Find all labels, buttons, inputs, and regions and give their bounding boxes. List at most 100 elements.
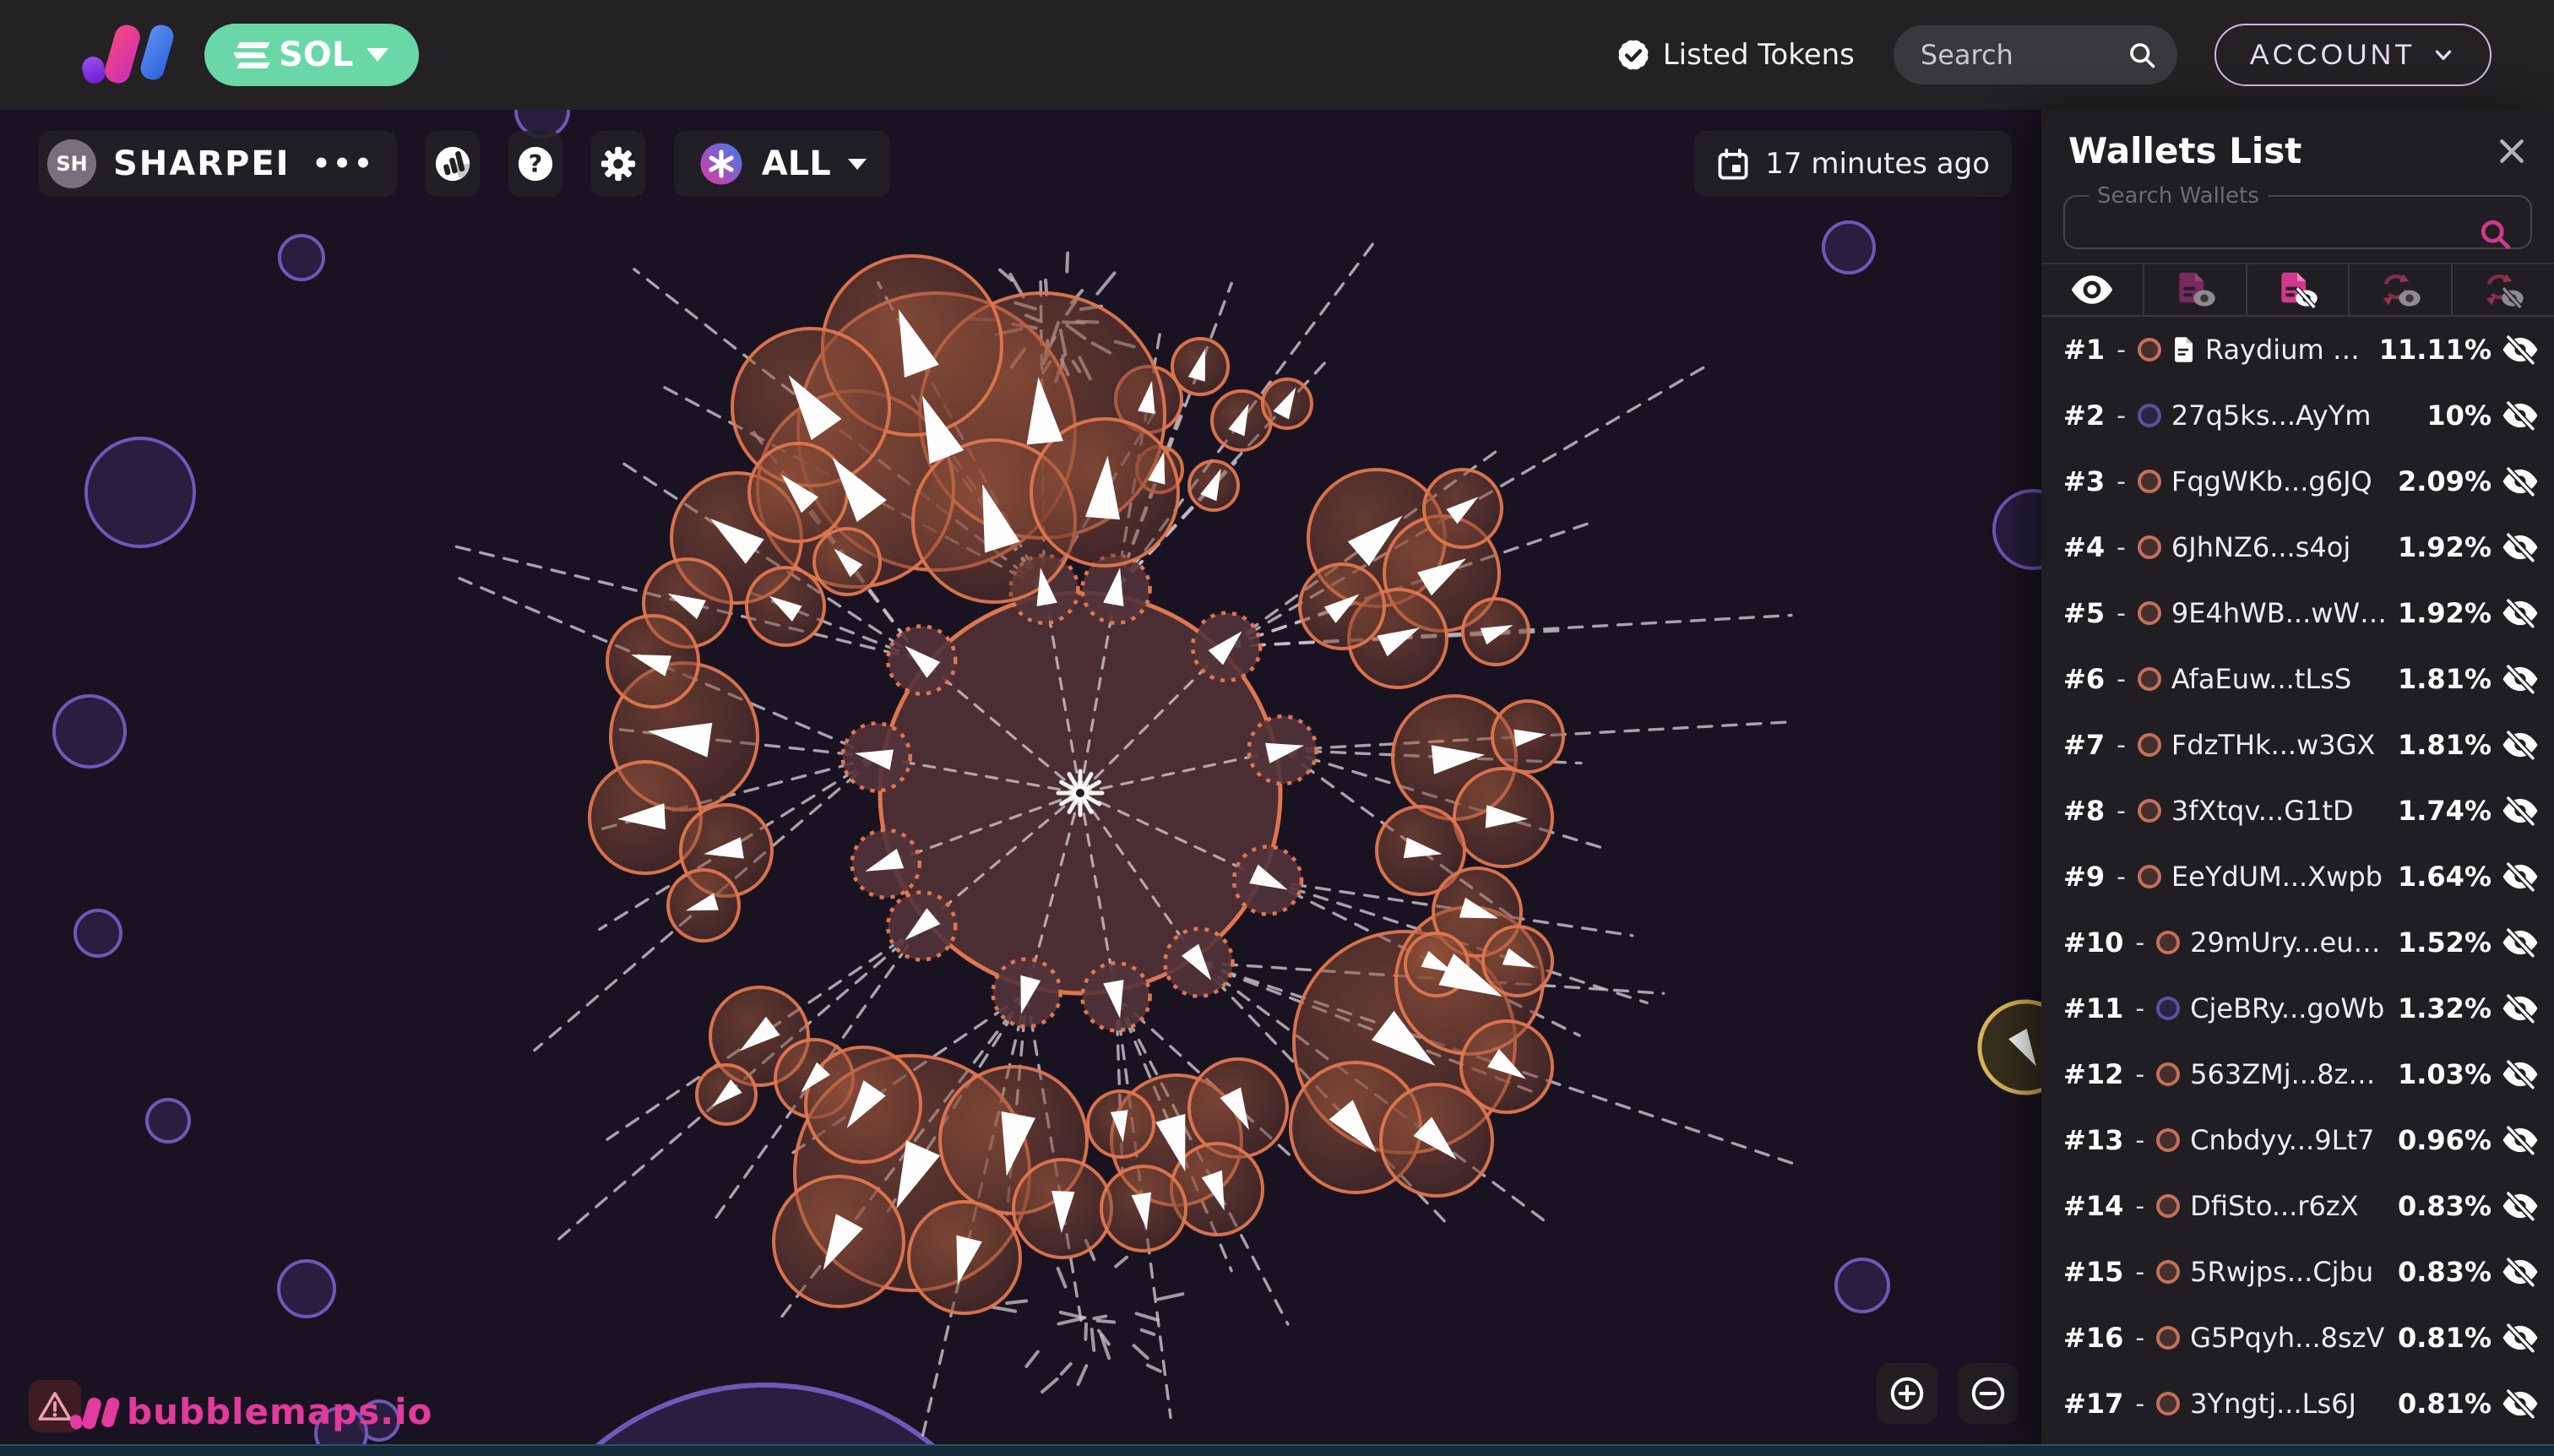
wallet-row[interactable]: #17- 3Yngtj...Ls6J 0.81%: [2041, 1371, 2554, 1437]
hide-wallet-icon[interactable]: [2502, 796, 2539, 826]
wallet-percентage: 1.81%: [2397, 663, 2492, 695]
wallet-row[interactable]: #13- Cnbdyy...9Lt7 0.96%: [2041, 1107, 2554, 1173]
wallet-bubble-swatch: [2156, 931, 2181, 954]
rank-separator: -: [2135, 1257, 2145, 1287]
wallet-address[interactable]: Cnbdyy...9Lt7: [2190, 1124, 2374, 1156]
wallet-address[interactable]: 27q5ks...AyYm: [2171, 399, 2371, 432]
wallet-row[interactable]: #2- 27q5ks...AyYm 10%: [2041, 383, 2554, 448]
hide-wallet-icon[interactable]: [2502, 1323, 2539, 1353]
bubblemaps-logo-icon[interactable]: [81, 23, 181, 87]
wallet-bubble-swatch: [2156, 1326, 2181, 1350]
hide-wallet-icon[interactable]: [2502, 1257, 2539, 1287]
wallet-bubble-swatch: [2137, 404, 2161, 427]
hide-wallet-icon[interactable]: [2502, 927, 2539, 958]
filter-contracts-visible[interactable]: [2142, 264, 2246, 315]
wallet-row[interactable]: #9- EeYdUM...Xwpb 1.64%: [2041, 844, 2554, 910]
search-icon[interactable]: [2476, 215, 2513, 253]
wallet-address[interactable]: 9E4hWB...wWzy: [2171, 597, 2388, 629]
wallet-filter-label: ALL: [761, 144, 831, 183]
wallet-row[interactable]: #14- DfiSto...r6zX 0.83%: [2041, 1173, 2554, 1239]
wallet-row[interactable]: #12- 563ZMj...8zBW 1.03%: [2041, 1041, 2554, 1107]
hide-wallet-icon[interactable]: [2502, 1388, 2539, 1419]
wallet-bubble-swatch: [2137, 601, 2161, 625]
last-updated-button[interactable]: 17 minutes ago: [1694, 131, 2012, 197]
wallet-row[interactable]: #6- AfaEuw...tLsS 1.81%: [2041, 646, 2554, 712]
wallet-rank: #1: [2063, 334, 2106, 366]
wallet-bubble-swatch: [2137, 470, 2161, 493]
zoom-out-button[interactable]: [1958, 1363, 2019, 1424]
wallet-row[interactable]: #5- 9E4hWB...wWzy 1.92%: [2041, 580, 2554, 646]
hide-wallet-icon[interactable]: [2502, 664, 2539, 694]
wallet-address[interactable]: G5Pqyh...8szV: [2190, 1322, 2384, 1354]
filter-transfers-hidden[interactable]: [2451, 264, 2554, 315]
global-search: [1893, 25, 2177, 84]
wallet-percентage: 1.92%: [2397, 597, 2492, 629]
token-chip[interactable]: SH SHARPEI •••: [39, 131, 397, 197]
window-bottom-edge: [0, 1444, 2554, 1456]
wallet-address[interactable]: 6JhNZ6...s4oj: [2171, 531, 2350, 563]
network-selector-button[interactable]: SOL: [204, 24, 420, 86]
wallet-rank: #5: [2063, 597, 2106, 629]
hide-wallet-icon[interactable]: [2502, 532, 2539, 562]
chart-view-button[interactable]: [425, 131, 480, 197]
wallet-address[interactable]: 3fXtqv...G1tD: [2171, 795, 2354, 827]
account-button[interactable]: ACCOUNT: [2214, 24, 2492, 86]
wallet-address[interactable]: 29mUry...euq8: [2190, 926, 2388, 959]
search-input[interactable]: [1918, 38, 2127, 72]
wallet-bubble-swatch: [2137, 733, 2161, 757]
wallet-address[interactable]: CjeBRy...goWb: [2190, 992, 2384, 1024]
rank-separator: -: [2117, 598, 2126, 628]
listed-tokens-toggle[interactable]: Listed Tokens: [1616, 37, 1855, 73]
hide-wallet-icon[interactable]: [2502, 993, 2539, 1024]
wallet-address[interactable]: 5Rwjps...Cjbu: [2190, 1256, 2373, 1288]
wallet-row[interactable]: #16- G5Pqyh...8szV 0.81%: [2041, 1305, 2554, 1371]
wallet-address[interactable]: 563ZMj...8zBW: [2190, 1058, 2388, 1090]
filter-show-all-eye[interactable]: [2041, 264, 2143, 315]
wallet-filter-dropdown[interactable]: ALL: [673, 131, 890, 197]
wallet-rank: #13: [2063, 1124, 2124, 1156]
wallet-address[interactable]: FqgWKb...g6JQ: [2171, 465, 2372, 497]
hide-wallet-icon[interactable]: [2502, 466, 2539, 497]
wallet-row[interactable]: #1- Raydium Autho... 11.11%: [2041, 317, 2554, 383]
wallet-bubble-swatch: [2156, 1194, 2181, 1218]
wallet-row[interactable]: #3- FqgWKb...g6JQ 2.09%: [2041, 448, 2554, 514]
wallet-row[interactable]: #10- 29mUry...euq8 1.52%: [2041, 910, 2554, 975]
wallet-address[interactable]: DfiSto...r6zX: [2190, 1190, 2358, 1222]
wallet-row[interactable]: #8- 3fXtqv...G1tD 1.74%: [2041, 778, 2554, 844]
rank-separator: -: [2117, 664, 2126, 694]
wallet-row[interactable]: #7- FdzTHk...w3GX 1.81%: [2041, 712, 2554, 778]
token-more-button[interactable]: •••: [312, 147, 375, 181]
wallet-address[interactable]: AfaEuw...tLsS: [2171, 663, 2351, 695]
wallet-percентage: 1.52%: [2397, 926, 2492, 959]
hide-wallet-icon[interactable]: [2502, 598, 2539, 628]
wallet-row[interactable]: #4- 6JhNZ6...s4oj 1.92%: [2041, 514, 2554, 580]
filter-transfers-visible[interactable]: [2348, 264, 2451, 315]
filter-contracts-hidden[interactable]: [2245, 264, 2349, 315]
wallet-row[interactable]: #15- 5Rwjps...Cjbu 0.83%: [2041, 1239, 2554, 1305]
wallet-bubble-swatch: [2137, 535, 2161, 559]
hide-wallet-icon[interactable]: [2502, 1059, 2539, 1089]
help-button[interactable]: ?: [508, 131, 562, 197]
hide-wallet-icon[interactable]: [2502, 334, 2539, 365]
hide-wallet-icon[interactable]: [2502, 861, 2539, 892]
wallet-address[interactable]: 3Yngtj...Ls6J: [2190, 1388, 2356, 1420]
hide-wallet-icon[interactable]: [2502, 1125, 2539, 1155]
wallet-address[interactable]: EeYdUM...Xwpb: [2171, 861, 2383, 893]
wallet-row[interactable]: #11- CjeBRy...goWb 1.32%: [2041, 975, 2554, 1041]
wallet-address[interactable]: Raydium Autho...: [2205, 334, 2369, 366]
hide-wallet-icon[interactable]: [2502, 400, 2539, 431]
hide-wallet-icon[interactable]: [2502, 1191, 2539, 1221]
zoom-in-button[interactable]: [1877, 1363, 1937, 1424]
wallet-visibility-filters: [2041, 263, 2554, 317]
wallet-address[interactable]: FdzTHk...w3GX: [2171, 729, 2375, 761]
wallet-bubble-swatch: [2137, 865, 2161, 888]
close-icon[interactable]: [2495, 134, 2529, 168]
rank-separator: -: [2117, 466, 2126, 497]
hide-wallet-icon[interactable]: [2502, 730, 2539, 760]
wallet-search-input[interactable]: [2082, 210, 2411, 259]
wallet-bubble-swatch: [2137, 338, 2161, 361]
bubblemaps-footer-logo[interactable]: bubblemaps.io: [29, 1380, 432, 1432]
search-icon[interactable]: [2127, 40, 2157, 70]
calendar-icon: [1718, 149, 1748, 180]
settings-button[interactable]: [590, 131, 645, 197]
